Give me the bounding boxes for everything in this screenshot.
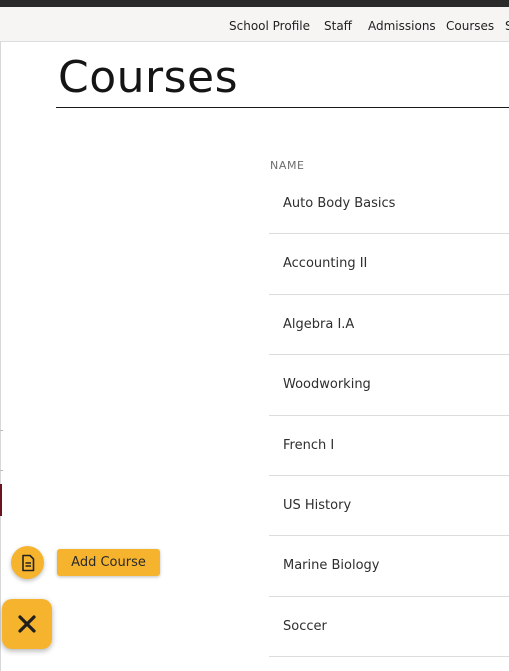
course-list: Auto Body Basics Accounting II Algebra I… xyxy=(269,174,509,658)
table-row[interactable]: French I xyxy=(269,416,509,476)
navbar: School Profile Staff Admissions Courses … xyxy=(0,7,509,42)
table-row[interactable]: Soccer xyxy=(269,597,509,658)
sidebar-tick xyxy=(0,470,3,471)
close-icon xyxy=(18,615,36,633)
course-name[interactable]: Marine Biology xyxy=(283,558,380,573)
nav-item-admissions[interactable]: Admissions xyxy=(368,19,436,33)
course-name[interactable]: French I xyxy=(283,438,334,453)
table-row[interactable]: Woodworking xyxy=(269,355,509,416)
nav-item-overflow[interactable]: S xyxy=(505,19,509,33)
table-row[interactable]: Algebra I.A xyxy=(269,295,509,356)
title-divider xyxy=(56,107,509,108)
nav-item-staff[interactable]: Staff xyxy=(324,19,352,33)
course-name[interactable]: Accounting II xyxy=(283,256,367,271)
course-name[interactable]: US History xyxy=(283,498,351,513)
add-course-button[interactable]: Add Course xyxy=(57,549,160,576)
table-row[interactable]: Accounting II xyxy=(269,234,509,295)
course-name[interactable]: Soccer xyxy=(283,619,327,634)
sidebar-edge xyxy=(0,42,1,671)
table-row[interactable]: US History xyxy=(269,476,509,537)
table-row[interactable]: Marine Biology xyxy=(269,536,509,597)
column-header-name[interactable]: NAME xyxy=(270,159,305,172)
course-name[interactable]: Woodworking xyxy=(283,377,371,392)
nav-item-courses[interactable]: Courses xyxy=(446,19,494,33)
course-name[interactable]: Auto Body Basics xyxy=(283,196,395,211)
nav-item-school-profile[interactable]: School Profile xyxy=(229,19,310,33)
table-row[interactable]: Auto Body Basics xyxy=(269,174,509,235)
document-icon xyxy=(21,554,34,571)
sidebar-accent xyxy=(0,484,2,516)
course-name[interactable]: Algebra I.A xyxy=(283,317,354,332)
page-title: Courses xyxy=(58,52,239,103)
close-fab-button[interactable] xyxy=(2,599,52,649)
sidebar-tick xyxy=(0,430,3,431)
add-course-fab[interactable] xyxy=(11,546,44,579)
